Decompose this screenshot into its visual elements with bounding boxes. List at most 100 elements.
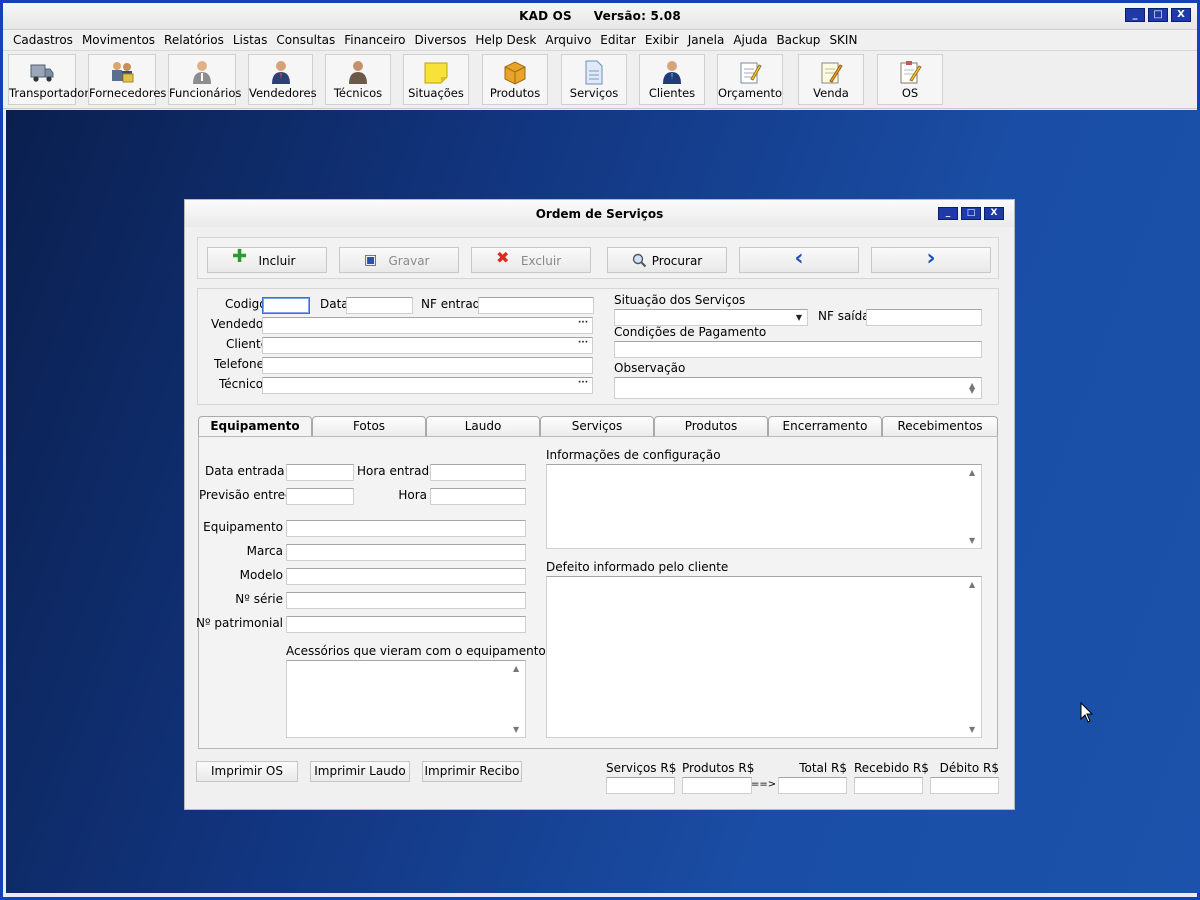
equipamento-label: Equipamento [203,520,283,534]
cliente-field[interactable]: ··· [262,337,593,354]
main-toolbar: Transportador Fornecedores Funcionários … [3,51,1197,109]
chevron-right-icon: › [926,246,936,271]
menu-consultas[interactable]: Consultas [276,33,335,47]
menu-listas[interactable]: Listas [233,33,268,47]
lookup-ellipsis-button[interactable]: ··· [575,379,591,392]
procurar-button[interactable]: Procurar [607,247,727,273]
servicos-total-field[interactable] [606,777,675,794]
toolbar-tecnicos-button[interactable]: Técnicos [325,54,391,105]
defeito-textarea[interactable]: ▲ ▼ [546,576,982,738]
debito-field[interactable] [930,777,999,794]
chevron-down-icon[interactable]: ▼ [792,311,806,324]
tecnico-field[interactable]: ··· [262,377,593,394]
toolbar-os-button[interactable]: OS [877,54,943,105]
menu-help-desk[interactable]: Help Desk [475,33,536,47]
total-field[interactable] [778,777,847,794]
maximize-button[interactable]: □ [1148,8,1168,22]
menu-financeiro[interactable]: Financeiro [344,33,405,47]
equipamento-field[interactable] [286,520,526,537]
numero-serie-label: Nº série [235,592,283,606]
tab-fotos[interactable]: Fotos [312,416,426,436]
next-record-button[interactable]: › [871,246,991,273]
tab-laudo[interactable]: Laudo [426,416,540,436]
app-version: Versão: 5.08 [593,9,681,23]
recebido-field[interactable] [854,777,923,794]
toolbar-produtos-button[interactable]: Produtos [482,54,548,105]
service-order-window: Ordem de Serviços _ □ X ✚ Incluir ▣ Grav… [184,199,1015,810]
scrollbar[interactable]: ▲ ▼ [967,466,980,547]
toolbar-fornecedores-button[interactable]: Fornecedores [88,54,166,105]
menu-backup[interactable]: Backup [776,33,820,47]
tab-servicos[interactable]: Serviços [540,416,654,436]
menu-arquivo[interactable]: Arquivo [545,33,591,47]
vendedor-field[interactable]: ··· [262,317,593,334]
toolbar-label: Técnicos [333,86,383,100]
previsao-entrega-field[interactable] [286,488,354,505]
incluir-button[interactable]: ✚ Incluir [207,247,327,273]
minimize-button[interactable]: _ [1125,8,1145,22]
tab-equipamento[interactable]: Equipamento [198,416,312,437]
menu-relatorios[interactable]: Relatórios [164,33,224,47]
menu-diversos[interactable]: Diversos [415,33,467,47]
observacao-field[interactable]: ▲ ▼ [614,377,982,399]
toolbar-clientes-button[interactable]: Clientes [639,54,705,105]
menu-editar[interactable]: Editar [600,33,636,47]
tab-produtos[interactable]: Produtos [654,416,768,436]
child-minimize-button[interactable]: _ [938,207,958,220]
menu-ajuda[interactable]: Ajuda [733,33,767,47]
config-textarea[interactable]: ▲ ▼ [546,464,982,549]
acessorios-textarea[interactable]: ▲ ▼ [286,660,526,738]
scrollbar[interactable]: ▲ ▼ [967,379,980,397]
tab-recebimentos[interactable]: Recebimentos [882,416,998,436]
excluir-button[interactable]: ✖ Excluir [471,247,591,273]
data-entrada-field[interactable] [286,464,354,481]
child-close-button[interactable]: X [984,207,1004,220]
nf-saida-field[interactable] [866,309,982,326]
scrollbar[interactable]: ▲ ▼ [511,662,524,736]
toolbar-situacoes-button[interactable]: Situações [403,54,469,105]
codigo-field[interactable] [262,297,310,314]
condicoes-field[interactable] [614,341,982,358]
marca-field[interactable] [286,544,526,561]
imprimir-laudo-button[interactable]: Imprimir Laudo [310,761,410,782]
previous-record-button[interactable]: ‹ [739,246,859,273]
menu-skin[interactable]: SKIN [829,33,857,47]
situacao-select[interactable]: ▼ [614,309,808,326]
numero-serie-field[interactable] [286,592,526,609]
hora-entrada-field[interactable] [430,464,526,481]
nf-entrada-field[interactable] [478,297,594,314]
toolbar-servicos-button[interactable]: Serviços [561,54,627,105]
menu-janela[interactable]: Janela [688,33,725,47]
toolbar-venda-button[interactable]: Venda [798,54,864,105]
close-button[interactable]: X [1171,8,1191,22]
toolbar-vendedores-button[interactable]: Vendedores [248,54,317,105]
menu-exibir[interactable]: Exibir [645,33,679,47]
imprimir-recibo-button[interactable]: Imprimir Recibo [422,761,522,782]
toolbar-label: Clientes [648,86,696,100]
box-icon [504,61,526,85]
telefone-field[interactable] [262,357,593,374]
lookup-ellipsis-button[interactable]: ··· [575,319,591,332]
modelo-field[interactable] [286,568,526,585]
tab-encerramento[interactable]: Encerramento [768,416,882,436]
toolbar-transportador-button[interactable]: Transportador [8,54,89,105]
service-order-titlebar[interactable]: Ordem de Serviços _ □ X [185,200,1014,227]
gravar-button[interactable]: ▣ Gravar [339,247,459,273]
employee-icon [193,61,211,84]
scroll-up-icon: ▲ [513,664,520,673]
lookup-ellipsis-button[interactable]: ··· [575,339,591,352]
hora-field[interactable] [430,488,526,505]
scroll-down-icon: ▼ [969,536,976,545]
menu-movimentos[interactable]: Movimentos [82,33,155,47]
produtos-total-field[interactable] [682,777,752,794]
toolbar-funcionarios-button[interactable]: Funcionários [168,54,241,105]
data-field[interactable] [346,297,413,314]
numero-patrimonial-field[interactable] [286,616,526,633]
toolbar-orcamento-button[interactable]: Orçamento [717,54,783,105]
app-window-controls: _ □ X [1125,8,1191,22]
child-maximize-button[interactable]: □ [961,207,981,220]
marca-label: Marca [246,544,283,558]
menu-cadastros[interactable]: Cadastros [13,33,73,47]
scrollbar[interactable]: ▲ ▼ [967,578,980,736]
imprimir-os-button[interactable]: Imprimir OS [196,761,298,782]
